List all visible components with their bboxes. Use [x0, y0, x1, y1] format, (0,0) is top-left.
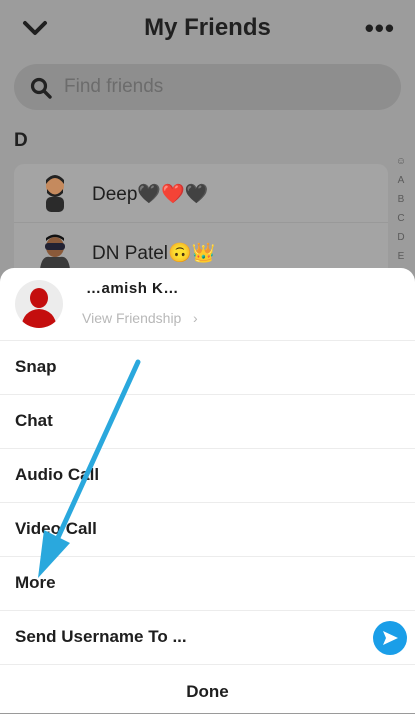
chat-button[interactable]: Chat [0, 394, 415, 449]
search-icon [30, 77, 52, 99]
view-friendship-label: View Friendship [82, 310, 182, 326]
profile-name: …amish K… [86, 280, 179, 297]
more-options-icon[interactable]: ••• [365, 15, 395, 41]
action-label: Video Call [15, 519, 97, 538]
header-bar: My Friends ••• [0, 0, 415, 60]
profile-header[interactable]: …amish K… View Friendship › [0, 268, 415, 340]
chevron-right-icon: › [185, 310, 198, 326]
bitmoji-avatar [40, 234, 70, 269]
snap-button[interactable]: Snap [0, 340, 415, 395]
friend-name: DN Patel🙃👑 [92, 243, 216, 264]
alpha-index-item[interactable]: D [393, 228, 409, 247]
search-placeholder: Find friends [64, 76, 164, 97]
list-item[interactable]: Deep🖤❤️🖤 [14, 164, 388, 222]
alpha-index-item[interactable]: A [393, 171, 409, 190]
section-header: D [14, 130, 28, 151]
action-label: Snap [15, 357, 57, 376]
audio-call-button[interactable]: Audio Call [0, 448, 415, 503]
alpha-index-item[interactable]: C [393, 209, 409, 228]
alpha-index-item[interactable]: ☺ [393, 152, 409, 171]
search-input[interactable]: Find friends [14, 64, 401, 110]
alpha-index-item[interactable]: B [393, 190, 409, 209]
done-button[interactable]: Done [0, 682, 415, 702]
view-friendship-link[interactable]: View Friendship › [82, 310, 198, 326]
action-label: Send Username To ... [15, 627, 187, 646]
action-label: Audio Call [15, 465, 100, 484]
page-title: My Friends [144, 14, 271, 41]
avatar [15, 280, 63, 328]
alphabet-index[interactable]: ☺ A B C D E [393, 152, 409, 266]
alpha-index-item[interactable]: E [393, 247, 409, 266]
bitmoji-silhouette [21, 288, 57, 328]
send-username-button[interactable]: Send Username To ... [0, 610, 415, 665]
video-call-button[interactable]: Video Call [0, 502, 415, 557]
friend-name: Deep🖤❤️🖤 [92, 184, 209, 205]
action-label: More [15, 573, 56, 592]
send-arrow-icon [383, 631, 398, 645]
action-label: Chat [15, 411, 53, 430]
friends-list: Deep🖤❤️🖤 DN Patel🙃👑 [14, 164, 388, 284]
more-button[interactable]: More [0, 556, 415, 611]
bitmoji-avatar [46, 175, 64, 212]
action-sheet: …amish K… View Friendship › Snap Chat Au… [0, 268, 415, 713]
send-button[interactable] [373, 621, 407, 655]
